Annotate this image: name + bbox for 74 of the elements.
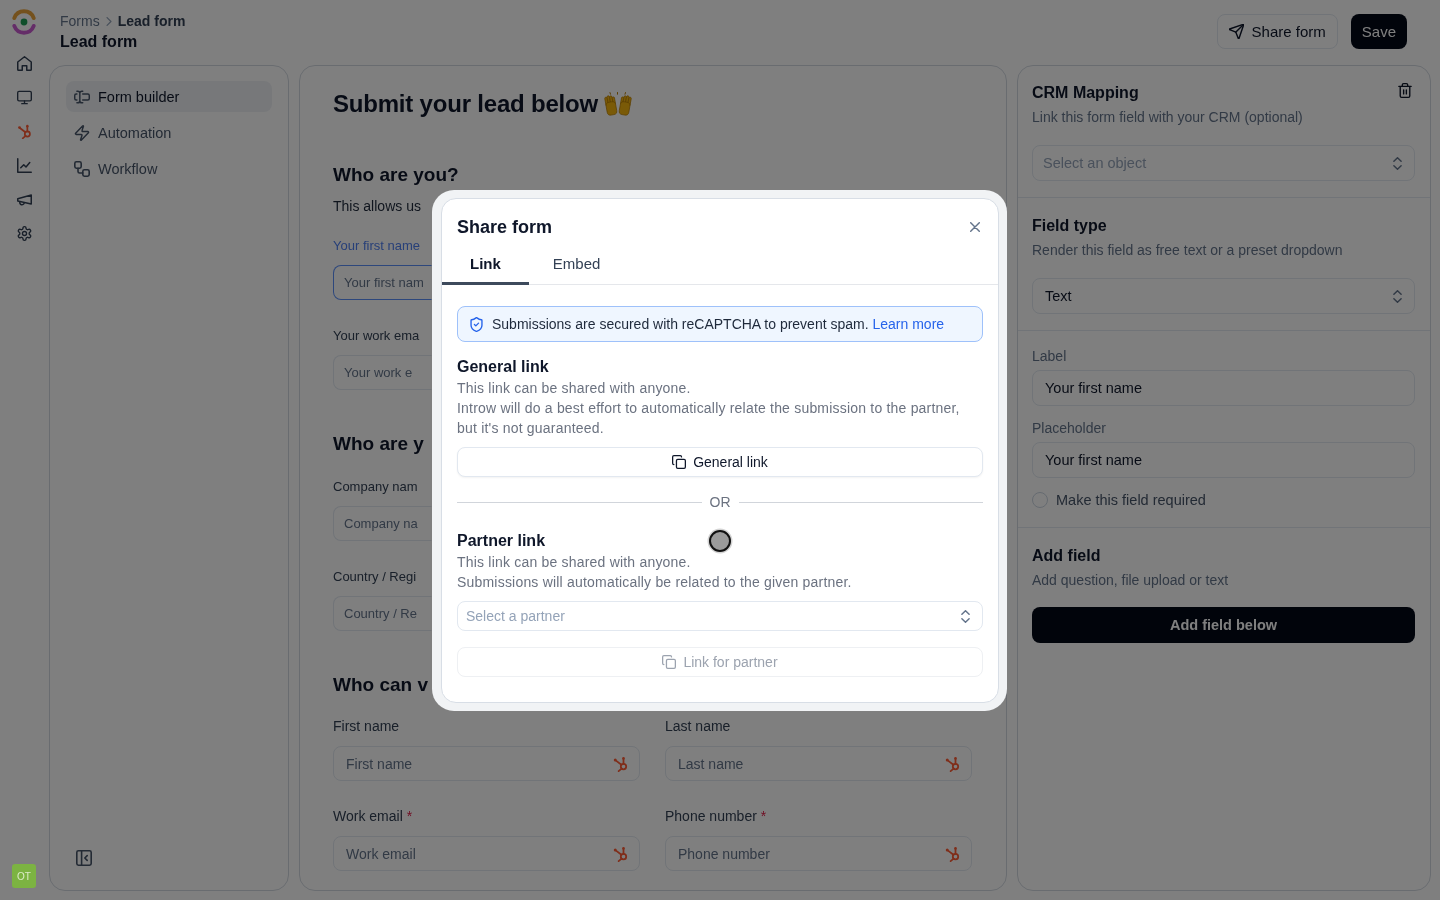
trash-icon[interactable] xyxy=(1398,82,1412,98)
panel-description: Render this field as free text or a preset dropdown xyxy=(1032,241,1343,260)
settings-icon[interactable] xyxy=(16,225,32,241)
field-label: Phone number xyxy=(665,808,757,824)
field-label: Your first name xyxy=(333,237,420,253)
line-chart-icon[interactable] xyxy=(16,157,32,173)
section-description: Submissions will automatically be related to the given partner. xyxy=(457,573,853,592)
sidebar-item[interactable]: Automation xyxy=(66,117,272,148)
shield-check-icon xyxy=(470,316,483,332)
field-type-select[interactable]: Text xyxy=(1032,278,1415,314)
workflow-icon xyxy=(74,160,90,177)
required-mark: * xyxy=(760,808,767,824)
text-input-icon xyxy=(74,88,90,105)
divider-text: OR xyxy=(709,494,731,510)
form-title: Submit your lead below xyxy=(333,89,598,119)
panel-title: CRM Mapping xyxy=(1032,84,1139,102)
partner-select[interactable]: Select a partner xyxy=(457,601,983,631)
field-label: Company nam xyxy=(333,478,418,494)
field-label: Last name xyxy=(665,718,731,734)
dialog-title: Share form xyxy=(457,216,553,239)
field-label: Label xyxy=(1032,347,1067,366)
input-field[interactable]: Your first nam xyxy=(333,265,432,300)
share-form-button[interactable]: Share form xyxy=(1216,14,1338,49)
field-label: Country / Regi xyxy=(333,568,417,584)
field-label: First name xyxy=(333,718,400,734)
notice-text: Submissions are secured with reCAPTCHA to prevent spam. Learn more xyxy=(492,316,945,332)
add-field-button[interactable]: Add field below xyxy=(1032,607,1415,643)
send-icon xyxy=(1228,24,1244,39)
page-title: Lead form xyxy=(60,32,138,52)
sidebar-item[interactable]: Form builder xyxy=(66,81,272,112)
chevron-up-down-icon xyxy=(1393,156,1402,170)
section-description: This allows us xyxy=(333,197,421,216)
save-button[interactable]: Save xyxy=(1350,14,1407,49)
learn-more-link[interactable]: Learn more xyxy=(872,316,945,332)
raised-hands-icon xyxy=(603,92,632,116)
checkbox-label: Make this field required xyxy=(1056,492,1206,508)
section-heading: Who are you? xyxy=(333,163,459,187)
field-label: Your work ema xyxy=(333,327,420,343)
tab[interactable]: Embed xyxy=(528,243,625,285)
section-description: Introw will do a best effort to automatically relate the submission to the partner, but it's not guaranteed. xyxy=(457,399,961,438)
app-logo-icon[interactable] xyxy=(11,9,37,35)
lightning-icon xyxy=(74,124,90,141)
breadcrumb-current: Lead form xyxy=(117,13,186,29)
tab[interactable]: Link xyxy=(442,243,529,285)
chevron-up-down-icon xyxy=(961,609,970,623)
section-heading: Who are y xyxy=(333,432,424,456)
cursor-icon xyxy=(707,528,733,554)
copy-icon xyxy=(662,655,677,669)
breadcrumb-link[interactable]: Forms xyxy=(60,13,100,29)
field-label: Placeholder xyxy=(1032,419,1106,438)
required-mark: * xyxy=(406,808,413,824)
placeholder-input[interactable]: Your first name xyxy=(1032,442,1415,478)
panel-description: Add question, file upload or text xyxy=(1032,571,1229,590)
sprocket-icon[interactable] xyxy=(16,123,32,139)
copy-icon xyxy=(672,455,687,469)
section-title: General link xyxy=(457,357,549,377)
panel-description: Link this form field with your CRM (optional) xyxy=(1032,108,1303,127)
copy-link-button[interactable]: General link xyxy=(457,447,983,477)
sidebar-item[interactable]: Workflow xyxy=(66,153,272,184)
field-label: Work email xyxy=(333,808,403,824)
panel-title: Field type xyxy=(1032,217,1107,235)
megaphone-icon[interactable] xyxy=(16,191,32,207)
section-heading: Who can v xyxy=(333,673,428,697)
section-description: This link can be shared with anyone. xyxy=(457,553,692,572)
close-icon[interactable] xyxy=(970,222,980,232)
home-icon[interactable] xyxy=(16,55,32,71)
section-title: Partner link xyxy=(457,531,546,551)
panel-title: Add field xyxy=(1032,547,1101,565)
monitor-icon[interactable] xyxy=(16,89,32,105)
chevron-up-down-icon xyxy=(1393,289,1402,303)
sidebar-collapse-icon[interactable] xyxy=(76,850,92,866)
label-input[interactable]: Your first name xyxy=(1032,370,1415,406)
chevron-right-icon xyxy=(105,16,112,26)
section-description: This link can be shared with anyone. xyxy=(457,379,692,398)
